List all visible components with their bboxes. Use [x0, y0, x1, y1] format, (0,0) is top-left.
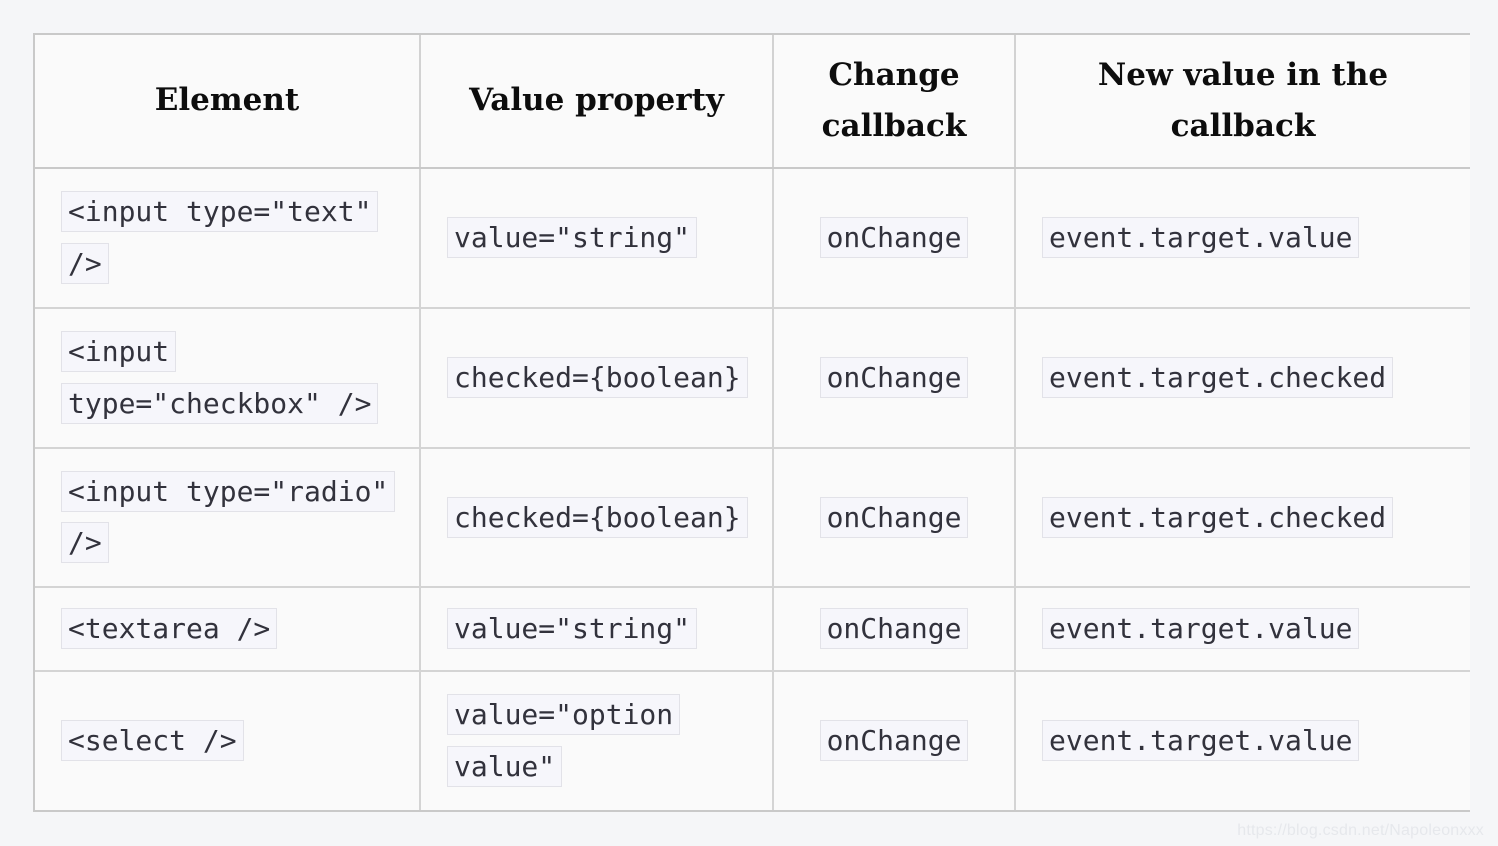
- cell-value-property: checked={boolean}: [420, 447, 774, 589]
- code-chip-wrapper: event.target.checked: [1042, 356, 1394, 398]
- table-row: <textarea /> value="string" onChange eve…: [35, 587, 1470, 673]
- cell-element: <select />: [35, 671, 421, 810]
- cell-change-callback: onChange: [773, 447, 1016, 589]
- table-body: <input type="text" /> value="string" onC…: [35, 168, 1470, 810]
- code-chip-wrapper: checked={boolean}: [447, 356, 748, 398]
- code-snippet-element: <input type="text" />: [61, 191, 379, 284]
- table-row: <input type="text" /> value="string" onC…: [35, 168, 1470, 309]
- code-chip-wrapper: event.target.value: [1042, 608, 1360, 650]
- code-snippet-value-property: checked={boolean}: [447, 496, 748, 538]
- table-row: <select /> value="option value" onChange…: [35, 671, 1470, 810]
- cell-element: <input type="radio" />: [35, 447, 421, 589]
- cell-value-property: value="string": [420, 587, 774, 673]
- code-snippet-element: <input type="radio" />: [61, 470, 396, 564]
- code-snippet-value-property: checked={boolean}: [447, 356, 748, 398]
- code-chip-wrapper: onChange: [819, 608, 969, 650]
- code-chip-wrapper: checked={boolean}: [447, 496, 748, 538]
- code-snippet-change-callback: onChange: [819, 216, 969, 258]
- column-header-new-value: New value in the callback: [1015, 35, 1470, 169]
- code-snippet-change-callback: onChange: [819, 720, 969, 762]
- table-header-row: Element Value property Change callback N…: [35, 35, 1470, 169]
- column-header-value-property: Value property: [420, 35, 774, 169]
- code-chip-wrapper: event.target.value: [1042, 216, 1360, 258]
- code-snippet-change-callback: onChange: [819, 496, 969, 538]
- cell-change-callback: onChange: [773, 587, 1016, 673]
- code-chip-wrapper: <input type="text" />: [61, 191, 379, 284]
- cell-element: <textarea />: [35, 587, 421, 673]
- code-chip-wrapper: onChange: [819, 216, 969, 258]
- code-chip-wrapper: <select />: [61, 720, 244, 762]
- code-chip-wrapper: <textarea />: [61, 608, 278, 650]
- table-header: Element Value property Change callback N…: [35, 35, 1470, 169]
- code-chip-wrapper: value="string": [447, 216, 698, 258]
- cell-value-property: value="string": [420, 168, 774, 309]
- code-snippet-new-value: event.target.value: [1042, 720, 1360, 762]
- cell-new-value: event.target.value: [1015, 671, 1470, 810]
- code-snippet-value-property: value="string": [447, 216, 698, 258]
- code-snippet-value-property: value="option value": [447, 694, 681, 788]
- code-snippet-element: <input type="checkbox" />: [61, 330, 379, 424]
- column-header-element: Element: [35, 35, 421, 169]
- code-snippet-element: <select />: [61, 720, 244, 762]
- cell-change-callback: onChange: [773, 671, 1016, 810]
- code-snippet-new-value: event.target.checked: [1042, 356, 1394, 398]
- cell-element: <input type="checkbox" />: [35, 307, 421, 449]
- code-snippet-change-callback: onChange: [819, 356, 969, 398]
- code-chip-wrapper: onChange: [819, 356, 969, 398]
- code-snippet-value-property: value="string": [447, 608, 698, 650]
- code-chip-wrapper: <input type="checkbox" />: [61, 330, 379, 424]
- code-chip-wrapper: value="option value": [447, 694, 681, 788]
- code-snippet-element: <textarea />: [61, 608, 278, 650]
- code-chip-wrapper: value="string": [447, 608, 698, 650]
- cell-value-property: checked={boolean}: [420, 307, 774, 449]
- cell-new-value: event.target.value: [1015, 168, 1470, 309]
- table-row: <input type="radio" /> checked={boolean}…: [35, 447, 1470, 589]
- cell-new-value: event.target.checked: [1015, 447, 1470, 589]
- code-chip-wrapper: onChange: [819, 720, 969, 762]
- cell-element: <input type="text" />: [35, 168, 421, 309]
- cell-change-callback: onChange: [773, 168, 1016, 309]
- cell-change-callback: onChange: [773, 307, 1016, 449]
- code-snippet-new-value: event.target.value: [1042, 216, 1360, 258]
- table-row: <input type="checkbox" /> checked={boole…: [35, 307, 1470, 449]
- cell-value-property: value="option value": [420, 671, 774, 810]
- code-chip-wrapper: onChange: [819, 496, 969, 538]
- form-elements-table: Element Value property Change callback N…: [35, 35, 1470, 810]
- code-snippet-new-value: event.target.checked: [1042, 496, 1394, 538]
- code-snippet-change-callback: onChange: [819, 608, 969, 650]
- cell-new-value: event.target.checked: [1015, 307, 1470, 449]
- page-root: Element Value property Change callback N…: [0, 0, 1498, 846]
- spec-table-container: Element Value property Change callback N…: [33, 33, 1470, 812]
- code-chip-wrapper: event.target.value: [1042, 720, 1360, 762]
- code-chip-wrapper: event.target.checked: [1042, 496, 1394, 538]
- watermark-text: https://blog.csdn.net/Napoleonxxx: [1237, 822, 1484, 839]
- code-chip-wrapper: <input type="radio" />: [61, 470, 396, 564]
- code-snippet-new-value: event.target.value: [1042, 608, 1360, 650]
- cell-new-value: event.target.value: [1015, 587, 1470, 673]
- column-header-change-callback: Change callback: [773, 35, 1016, 169]
